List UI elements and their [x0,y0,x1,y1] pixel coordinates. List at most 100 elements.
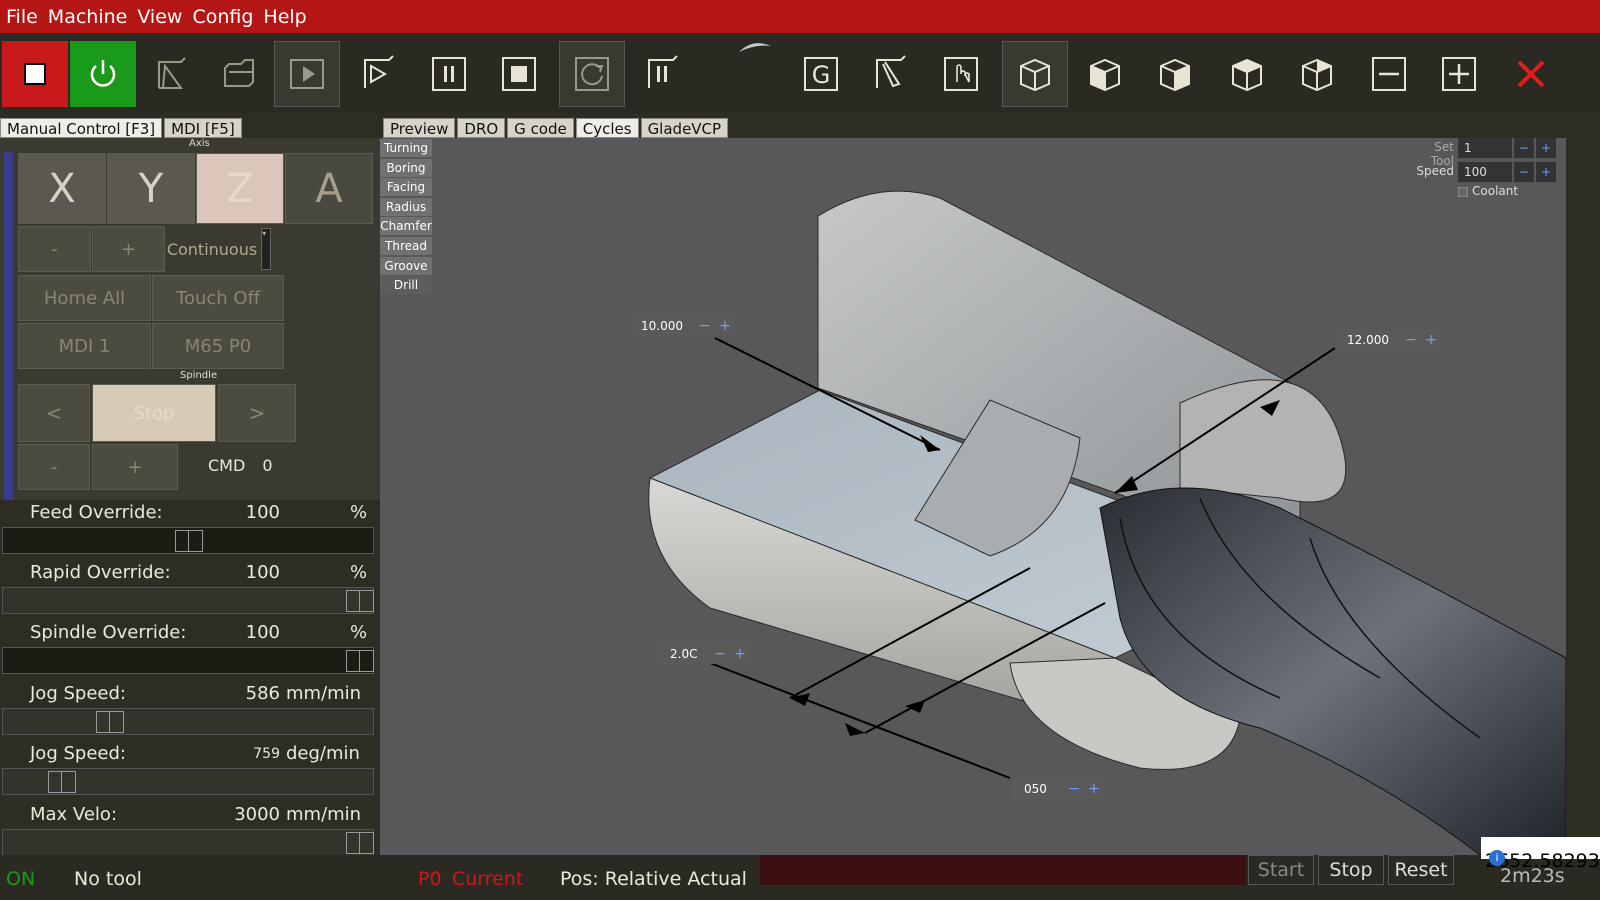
jog-mode-select[interactable]: Continuous ▾ [166,226,272,272]
tool-button[interactable] [858,41,924,107]
blade-button[interactable] [730,33,780,63]
max-velo-slider[interactable] [2,829,374,856]
loop-button[interactable] [559,41,625,107]
spindle-override-label: Spindle Override: [30,622,187,643]
zoom-out-button[interactable] [1356,41,1422,107]
minus-icon[interactable]: − [1514,138,1534,158]
zoom-out-icon [1372,57,1406,91]
tab-preview[interactable]: Preview [383,118,456,138]
override-sliders: Feed Override: 100 % Rapid Override: 100… [0,500,380,856]
spindle-override-handle[interactable] [346,650,374,672]
m65-p0-button[interactable]: M65 P0 [152,323,284,369]
minus-icon[interactable]: − [1514,162,1534,182]
menu-file[interactable]: File [0,6,42,28]
rapid-override-row: Rapid Override: 100 % [0,560,380,620]
mdi-1-button[interactable]: MDI 1 [18,323,151,369]
tab-mdi[interactable]: MDI [F5] [164,118,242,138]
tab-cycles[interactable]: Cycles [575,118,639,138]
status-stop-button[interactable]: Stop [1318,855,1384,885]
g-button[interactable]: G [788,41,854,107]
axis-z-button[interactable]: Z [196,153,284,224]
step-icon [364,55,394,88]
minus-icon[interactable]: − [710,644,730,664]
tab-dro[interactable]: DRO [457,118,506,138]
status-bar: ON No tool P0 Current Pos: Relative Actu… [0,837,1600,900]
feed-override-value: 100 [245,502,280,523]
axis-x-button[interactable]: X [18,153,106,224]
menu-help[interactable]: Help [257,6,310,28]
dim-spin-3: 2.0C − + [658,644,750,664]
panel-stripe [4,152,13,500]
feed-override-slider[interactable] [2,527,374,554]
info-icon[interactable]: i [1489,850,1505,866]
zoom-in-button[interactable] [1426,41,1492,107]
dim-value-2[interactable]: 12.000 [1335,330,1401,350]
plus-icon[interactable]: + [730,644,750,664]
close-button[interactable] [1498,41,1564,107]
plus-icon[interactable]: + [715,316,735,336]
coolant-checkbox[interactable] [1458,187,1468,197]
max-velo-handle[interactable] [346,832,374,854]
speed-input[interactable]: 100 [1458,162,1512,182]
estop-button[interactable] [2,41,68,107]
minus-icon[interactable]: − [695,316,715,336]
jog-speed-handle[interactable] [96,711,124,733]
dim-value-4[interactable]: 050 [1012,779,1064,799]
menu-machine[interactable]: Machine [42,6,132,28]
tab-gcode[interactable]: G code [507,118,574,138]
dim-value-1[interactable]: 10.000 [629,316,695,336]
view-side-button[interactable] [1214,41,1280,107]
touch-button[interactable] [928,41,994,107]
pause-button[interactable] [416,41,482,107]
menu-config[interactable]: Config [186,6,257,28]
close-icon [1517,60,1545,88]
spindle-forward-button[interactable]: > [218,384,296,442]
jog-angular-speed-handle[interactable] [48,771,76,793]
feed-override-label: Feed Override: [30,502,163,523]
set-tool-input[interactable]: 1 [1458,138,1512,158]
tab-gladevcp[interactable]: GladeVCP [640,118,729,138]
axis-y-button[interactable]: Y [107,153,195,224]
open-file-button[interactable] [138,41,204,107]
jog-plus-button[interactable]: + [92,226,165,272]
plus-icon[interactable]: + [1536,138,1556,158]
minus-icon[interactable]: − [1401,330,1421,350]
view-front-button[interactable] [1142,41,1208,107]
power-button[interactable] [70,41,136,107]
home-all-button[interactable]: Home All [18,275,151,321]
dim-value-3[interactable]: 2.0C [658,644,710,664]
reset-button[interactable]: Reset [1388,855,1454,885]
rapid-override-slider[interactable] [2,587,374,614]
spindle-stop-button[interactable]: Stop [92,384,216,442]
jog-speed-slider[interactable] [2,708,374,735]
menu-view[interactable]: View [131,6,186,28]
minus-icon[interactable]: − [1064,779,1084,799]
spindle-minus-button[interactable]: - [18,444,90,490]
feed-override-handle[interactable] [175,530,203,552]
jog-angular-speed-slider[interactable] [2,768,374,795]
axis-a-button[interactable]: A [285,153,373,224]
step-button[interactable] [346,41,412,107]
rapid-override-handle[interactable] [346,590,374,612]
spindle-override-slider[interactable] [2,647,374,674]
tab-manual-control[interactable]: Manual Control [F3] [0,118,163,138]
view-front-icon [1160,58,1190,92]
stop-button[interactable] [486,41,552,107]
menu-bar: File Machine View Config Help [0,0,1600,33]
touch-off-button[interactable]: Touch Off [152,275,284,321]
start-button[interactable]: Start [1248,855,1314,885]
plus-icon[interactable]: + [1084,779,1104,799]
spindle-plus-button[interactable]: + [92,444,178,490]
spindle-reverse-button[interactable]: < [18,384,90,442]
right-tabs: Preview DRO G code Cycles GladeVCP [383,118,730,138]
view-perspective-button[interactable] [1284,41,1350,107]
plus-icon[interactable]: + [1421,330,1441,350]
plus-icon[interactable]: + [1536,162,1556,182]
open-file-icon [158,57,186,89]
run-button[interactable] [274,41,340,107]
reload-button[interactable] [206,41,272,107]
optional-stop-button[interactable] [630,41,696,107]
view-iso-button[interactable] [1002,41,1068,107]
view-top-button[interactable] [1072,41,1138,107]
jog-minus-button[interactable]: - [18,226,91,272]
